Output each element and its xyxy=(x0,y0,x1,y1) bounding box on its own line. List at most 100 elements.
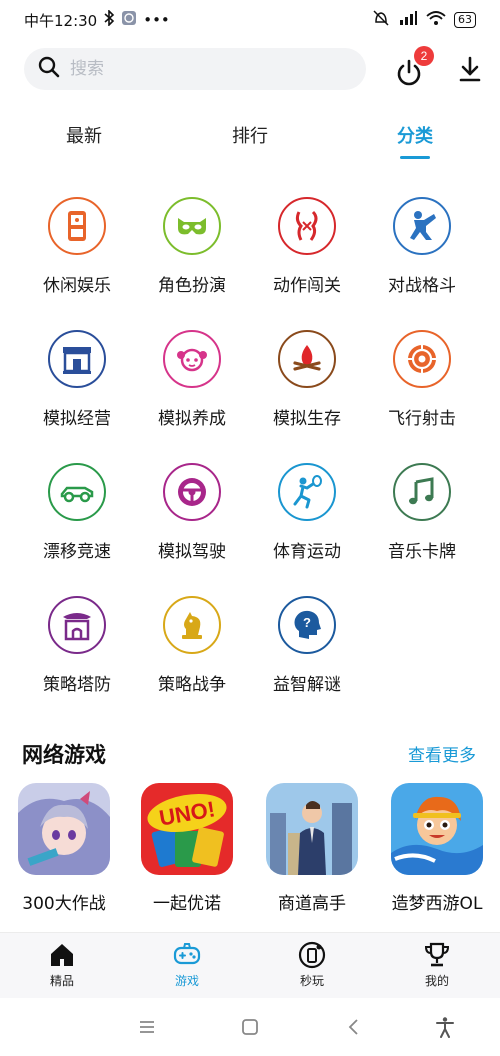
instant-play-icon xyxy=(272,941,352,969)
download-icon xyxy=(454,56,486,89)
kick-fighter-icon xyxy=(393,197,451,255)
category-tower-defense[interactable]: 策略塔防 xyxy=(22,596,132,695)
category-sports[interactable]: 体育运动 xyxy=(252,463,362,562)
status-time: 中午12:30 xyxy=(24,11,98,30)
home-icon xyxy=(22,941,102,969)
trophy-icon xyxy=(397,941,477,969)
game-name: 300大作战 xyxy=(22,894,106,914)
girl-face-icon xyxy=(163,330,221,388)
category-label: 模拟经营 xyxy=(43,409,111,429)
category-label: 漂移竞速 xyxy=(43,542,111,562)
search-input[interactable] xyxy=(70,59,330,79)
game-card-uno[interactable]: UNO! 一起优诺 xyxy=(131,783,243,914)
power-button[interactable]: 2 xyxy=(392,46,434,86)
category-label: 音乐卡牌 xyxy=(388,542,456,562)
category-label: 角色扮演 xyxy=(158,276,226,296)
category-label: 策略塔防 xyxy=(43,675,111,695)
question-head-icon: ? xyxy=(278,596,336,654)
back-icon[interactable] xyxy=(343,1016,365,1038)
game-name: 造梦西游OL xyxy=(391,894,483,914)
game-icon xyxy=(266,783,358,875)
view-more-link[interactable]: 查看更多 xyxy=(408,741,476,766)
category-music-card[interactable]: 音乐卡牌 xyxy=(367,463,477,562)
nav-label: 游戏 xyxy=(174,974,199,988)
game-icon: UNO! xyxy=(141,783,233,875)
chess-knight-icon xyxy=(163,596,221,654)
more-notifications-icon: ••• xyxy=(143,11,170,29)
target-icon xyxy=(393,330,451,388)
category-label: 动作闯关 xyxy=(273,276,341,296)
category-label: 模拟驾驶 xyxy=(158,542,226,562)
category-survival-sim[interactable]: 模拟生存 xyxy=(252,330,362,429)
tennis-player-icon xyxy=(278,463,336,521)
game-card-300-battle[interactable]: 300大作战 xyxy=(8,783,120,914)
svg-text:?: ? xyxy=(303,615,311,630)
category-action[interactable]: 动作闯关 xyxy=(252,197,362,296)
category-label: 休闲娱乐 xyxy=(43,276,111,296)
home-square-icon[interactable] xyxy=(239,1016,261,1038)
active-tab-indicator xyxy=(400,156,430,159)
notification-badge: 2 xyxy=(414,46,434,66)
app-notification-icon xyxy=(121,10,137,30)
accessibility-icon[interactable] xyxy=(434,1016,456,1038)
nav-instant-play[interactable]: 秒玩 xyxy=(272,941,352,989)
handheld-console-icon xyxy=(48,197,106,255)
category-label: 对战格斗 xyxy=(388,276,456,296)
section-title-network-games: 网络游戏 xyxy=(22,743,106,767)
wifi-icon xyxy=(426,10,446,30)
game-card-business-master[interactable]: 商道高手 xyxy=(256,783,368,914)
category-puzzle[interactable]: ? 益智解谜 xyxy=(252,596,362,695)
game-name: 一起优诺 xyxy=(153,894,221,914)
category-racing[interactable]: 漂移竞速 xyxy=(22,463,132,562)
mask-icon xyxy=(163,197,221,255)
tab-latest[interactable]: 最新 xyxy=(66,122,102,148)
category-label: 模拟养成 xyxy=(158,409,226,429)
campfire-icon xyxy=(278,330,336,388)
bottom-navigation: 精品 游戏 秒玩 我的 xyxy=(0,932,500,998)
gamepad-icon xyxy=(147,941,227,969)
menu-icon[interactable] xyxy=(136,1016,158,1038)
category-fighting[interactable]: 对战格斗 xyxy=(367,197,477,296)
category-label: 飞行射击 xyxy=(388,409,456,429)
race-car-icon xyxy=(48,463,106,521)
category-strategy-war[interactable]: 策略战争 xyxy=(137,596,247,695)
category-label: 模拟生存 xyxy=(273,409,341,429)
game-name: 商道高手 xyxy=(278,894,346,914)
signal-icon xyxy=(398,10,418,30)
nav-label: 我的 xyxy=(424,974,449,988)
castle-icon xyxy=(48,596,106,654)
category-casual[interactable]: 休闲娱乐 xyxy=(22,197,132,296)
tab-ranking[interactable]: 排行 xyxy=(232,122,268,148)
status-bar: 中午12:30 ••• 63 xyxy=(0,0,500,40)
search-bar[interactable] xyxy=(24,48,366,90)
category-flight-shooting[interactable]: 飞行射击 xyxy=(367,330,477,429)
music-note-icon xyxy=(393,463,451,521)
search-icon xyxy=(38,56,60,82)
shop-icon xyxy=(48,330,106,388)
game-icon xyxy=(391,783,483,875)
category-rpg[interactable]: 角色扮演 xyxy=(137,197,247,296)
category-raising-sim[interactable]: 模拟养成 xyxy=(137,330,247,429)
nav-label: 精品 xyxy=(49,974,74,988)
nav-featured[interactable]: 精品 xyxy=(22,941,102,989)
category-label: 益智解谜 xyxy=(273,675,341,695)
fighter-icon xyxy=(278,197,336,255)
nav-mine[interactable]: 我的 xyxy=(397,941,477,989)
system-navigation-bar xyxy=(0,998,500,1056)
nav-label: 秒玩 xyxy=(299,974,324,988)
game-icon xyxy=(18,783,110,875)
category-business-sim[interactable]: 模拟经营 xyxy=(22,330,132,429)
category-tabs: 最新 排行 分类 xyxy=(0,122,500,162)
category-label: 策略战争 xyxy=(158,675,226,695)
bluetooth-icon xyxy=(103,9,115,30)
mute-icon xyxy=(372,10,390,30)
search-row: 2 xyxy=(24,46,481,90)
nav-games[interactable]: 游戏 xyxy=(147,941,227,989)
category-label: 体育运动 xyxy=(273,542,341,562)
download-button[interactable] xyxy=(454,53,486,85)
game-card-dream-west[interactable]: 造梦西游OL xyxy=(381,783,493,914)
tab-category[interactable]: 分类 xyxy=(397,122,433,148)
battery-indicator: 63 xyxy=(454,12,476,28)
category-driving-sim[interactable]: 模拟驾驶 xyxy=(137,463,247,562)
steering-wheel-icon xyxy=(163,463,221,521)
